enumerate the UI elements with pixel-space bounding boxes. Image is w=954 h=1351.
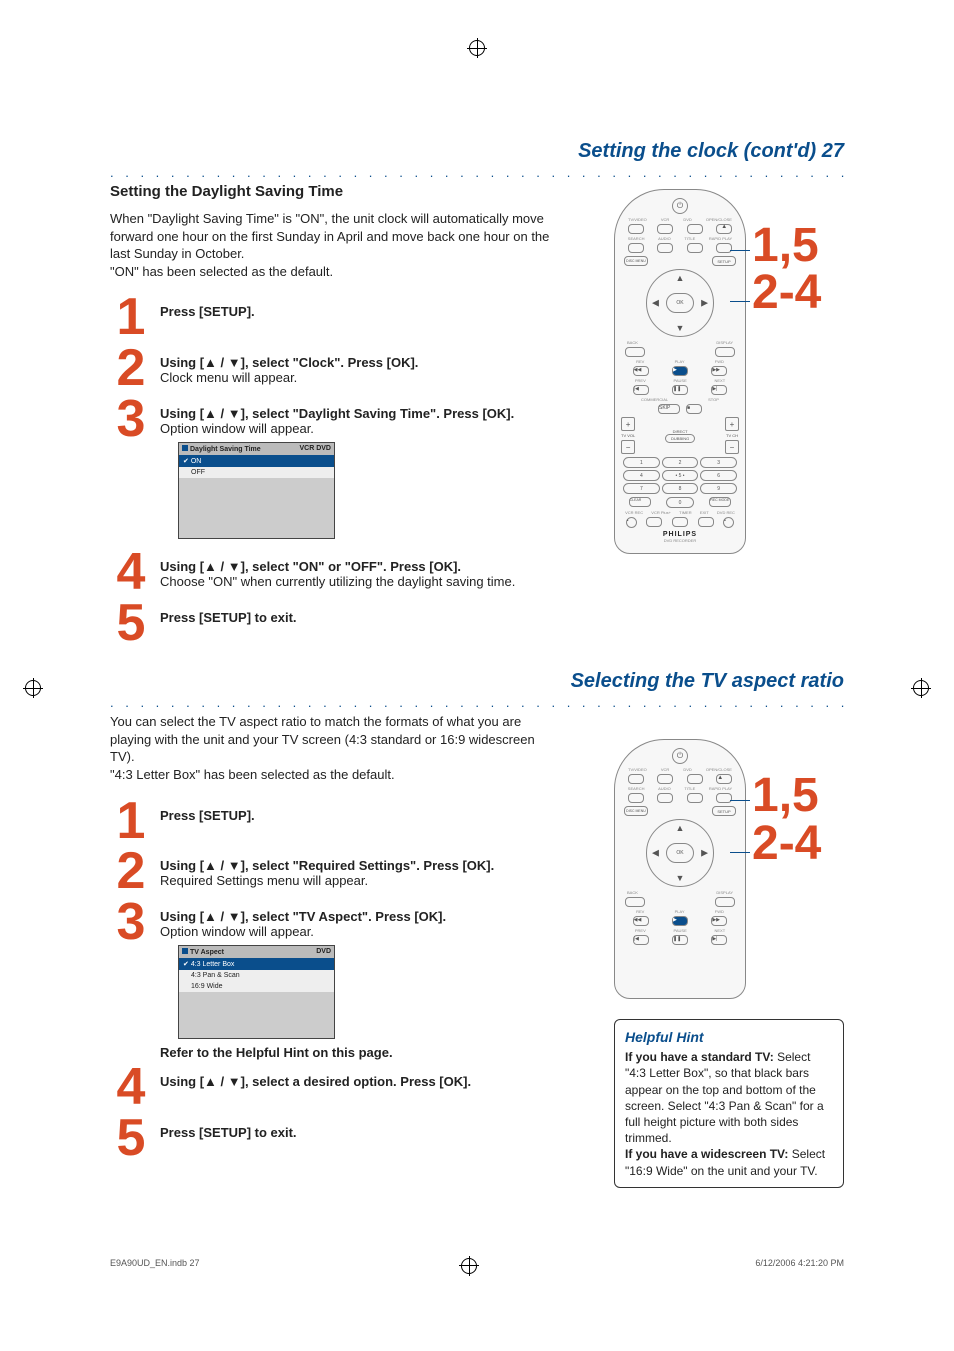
remote-illustration: ⏻ TV/VIDEOVCRDVDOPEN/CLOSE ▲ SEARCHAUDIO… (614, 189, 746, 554)
divider-dots: . . . . . . . . . . . . . . . . . . . . … (110, 165, 844, 179)
step-3: 3 Using [▲ / ▼], select "Daylight Saving… (110, 396, 584, 545)
ok-button: OK (666, 293, 694, 313)
callout-setup: 1,5 (752, 224, 821, 267)
step-5: 5 Press [SETUP] to exit. (110, 1115, 584, 1162)
step-text: Press [SETUP]. (160, 808, 255, 823)
step-text: Using [▲ / ▼], select "Daylight Saving T… (160, 406, 514, 421)
disc-menu-button: DISC MENU (624, 806, 648, 816)
callout-nav: 2-4 (752, 822, 821, 865)
option-on: ✔ ON (179, 455, 334, 467)
step-text: Using [▲ / ▼], select a desired option. … (160, 1074, 471, 1089)
callout-nav: 2-4 (752, 271, 821, 314)
up-arrow-icon: ▲ (676, 823, 685, 833)
left-arrow-icon: ◀ (652, 298, 659, 309)
step-number: 2 (110, 848, 152, 895)
right-arrow-icon: ▶ (701, 298, 708, 309)
window-title: TV Aspect (182, 948, 224, 956)
step-number: 1 (110, 294, 152, 341)
window-badge: VCR DVD (299, 445, 331, 453)
step-number: 2 (110, 345, 152, 392)
remote-illustration: ⏻ TV/VIDEOVCRDVDOPEN/CLOSE ▲ SEARCHAUDIO… (614, 739, 746, 999)
nav-ring: ▲ ▼ ◀ ▶ OK (646, 819, 714, 887)
step-subtext: Clock menu will appear. (160, 370, 297, 385)
step-1: 1 Press [SETUP]. (110, 294, 584, 341)
step-2: 2 Using [▲ / ▼], select "Clock". Press [… (110, 345, 584, 392)
registration-mark-icon (913, 680, 929, 696)
intro-paragraph: You can select the TV aspect ratio to ma… (110, 713, 560, 783)
step-1: 1 Press [SETUP]. (110, 798, 584, 845)
step-note: Refer to the Helpful Hint on this page. (160, 1045, 393, 1060)
step-number: 3 (110, 899, 152, 946)
brand-logo: PHILIPS (621, 531, 739, 538)
step-text: Using [▲ / ▼], select "ON" or "OFF". Pre… (160, 559, 461, 574)
left-arrow-icon: ◀ (652, 848, 659, 859)
disc-menu-button: DISC MENU (624, 256, 648, 266)
step-number: 4 (110, 549, 152, 596)
page-footer: E9A90UD_EN.indb 27 6/12/2006 4:21:20 PM (110, 1258, 844, 1274)
step-5: 5 Press [SETUP] to exit. (110, 600, 584, 647)
right-arrow-icon: ▶ (701, 848, 708, 859)
step-number: 4 (110, 1064, 152, 1111)
hint-body: Select "4:3 Letter Box", so that black b… (625, 1050, 824, 1145)
option-window: Daylight Saving Time VCR DVD ✔ ON OFF (178, 442, 335, 539)
registration-mark-icon (469, 40, 485, 56)
step-subtext: Choose "ON" when currently utilizing the… (160, 574, 515, 589)
option-panscan: 4:3 Pan & Scan (179, 970, 334, 981)
step-subtext: Option window will appear. (160, 924, 314, 939)
helpful-hint-box: Helpful Hint If you have a standard TV: … (614, 1019, 844, 1187)
nav-ring: ▲ ▼ ◀ ▶ OK (646, 269, 714, 337)
brand-subtitle: DVD RECORDER (621, 538, 739, 543)
step-3: 3 Using [▲ / ▼], select "TV Aspect". Pre… (110, 899, 584, 1060)
step-text: Press [SETUP] to exit. (160, 610, 297, 625)
setup-button: SETUP (712, 256, 736, 266)
setup-button: SETUP (712, 806, 736, 816)
step-2: 2 Using [▲ / ▼], select "Required Settin… (110, 848, 584, 895)
up-arrow-icon: ▲ (676, 273, 685, 283)
step-4: 4 Using [▲ / ▼], select "ON" or "OFF". P… (110, 549, 584, 596)
step-number: 3 (110, 396, 152, 443)
step-text: Press [SETUP]. (160, 304, 255, 319)
section-header: Selecting the TV aspect ratio (110, 670, 844, 693)
step-number: 5 (110, 600, 152, 647)
option-off: OFF (179, 467, 334, 478)
hint-heading: If you have a widescreen TV: (625, 1147, 788, 1161)
subsection-heading: Setting the Daylight Saving Time (110, 183, 584, 200)
registration-mark-icon (25, 680, 41, 696)
ok-button: OK (666, 843, 694, 863)
callout-setup: 1,5 (752, 774, 821, 817)
step-text: Using [▲ / ▼], select "TV Aspect". Press… (160, 909, 446, 924)
down-arrow-icon: ▼ (676, 873, 685, 883)
hint-heading: If you have a standard TV: (625, 1050, 774, 1064)
step-number: 5 (110, 1115, 152, 1162)
step-subtext: Option window will appear. (160, 421, 314, 436)
power-icon: ⏻ (672, 748, 688, 764)
window-title: Daylight Saving Time (182, 445, 261, 453)
section-header: Setting the clock (cont'd) 27 (110, 140, 844, 163)
down-arrow-icon: ▼ (676, 323, 685, 333)
window-badge: DVD (316, 948, 331, 956)
step-text: Press [SETUP] to exit. (160, 1125, 297, 1140)
power-icon: ⏻ (672, 198, 688, 214)
step-text: Using [▲ / ▼], select "Required Settings… (160, 858, 494, 873)
registration-mark-icon (461, 1258, 477, 1274)
footer-right: 6/12/2006 4:21:20 PM (755, 1258, 844, 1274)
hint-title: Helpful Hint (625, 1028, 833, 1047)
intro-paragraph: When "Daylight Saving Time" is "ON", the… (110, 210, 560, 280)
option-letterbox: ✔ 4:3 Letter Box (179, 958, 334, 970)
step-subtext: Required Settings menu will appear. (160, 873, 368, 888)
step-number: 1 (110, 798, 152, 845)
divider-dots: . . . . . . . . . . . . . . . . . . . . … (110, 695, 844, 709)
step-4: 4 Using [▲ / ▼], select a desired option… (110, 1064, 584, 1111)
option-wide: 16:9 Wide (179, 981, 334, 992)
step-text: Using [▲ / ▼], select "Clock". Press [OK… (160, 355, 418, 370)
option-window: TV Aspect DVD ✔ 4:3 Letter Box 4:3 Pan &… (178, 945, 335, 1039)
footer-left: E9A90UD_EN.indb 27 (110, 1258, 200, 1274)
